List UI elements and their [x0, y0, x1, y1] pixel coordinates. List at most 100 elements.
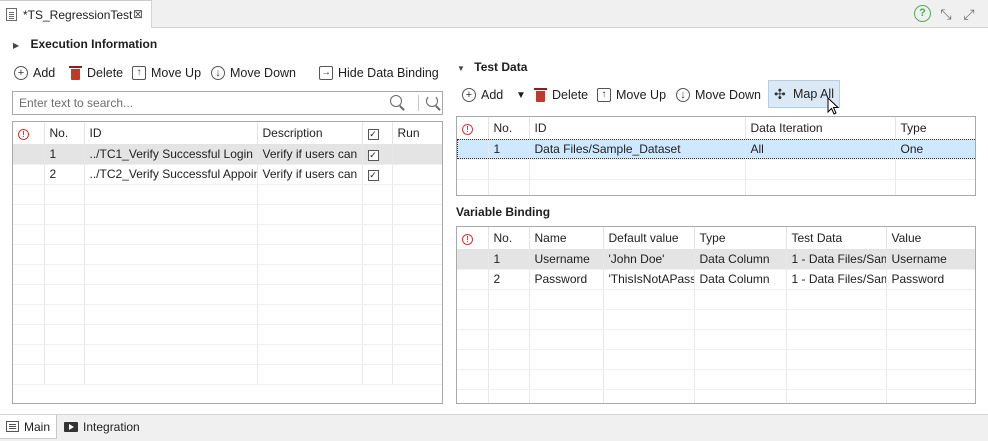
table-row[interactable]: 1 ../TC1_Verify Successful Login Verify … — [13, 144, 442, 165]
empty-row — [457, 369, 975, 390]
run-checkbox-cell[interactable]: ✓ — [362, 144, 393, 165]
select-all-header[interactable]: ✓ — [362, 122, 393, 145]
status-cell — [13, 144, 45, 165]
advanced-search-icon[interactable] — [424, 94, 442, 112]
editor-tab[interactable]: *TS_RegressionTest ⊠ — [0, 0, 152, 28]
column-header[interactable]: Type — [694, 227, 787, 250]
column-header[interactable]: ID — [84, 122, 258, 145]
table-row[interactable]: 2 Password 'ThisIsNotAPassword' Data Col… — [457, 269, 975, 290]
column-header[interactable]: Value — [886, 227, 975, 250]
name-cell: Password — [529, 269, 604, 290]
column-header[interactable]: Test Data — [786, 227, 887, 250]
column-header[interactable]: No. — [44, 122, 85, 145]
column-header[interactable]: Run — [392, 122, 442, 145]
minimize-icon[interactable]: ⤡ — [937, 5, 955, 23]
type-cell[interactable]: Data Column — [694, 249, 787, 270]
help-icon[interactable]: ? — [914, 5, 931, 22]
collapse-triangle-icon: ▼ — [457, 64, 465, 73]
variable-binding-title: Variable Binding — [456, 205, 551, 219]
table-row[interactable]: 1 Username 'John Doe' Data Column 1 - Da… — [457, 249, 975, 270]
close-tab-icon[interactable]: ⊠ — [133, 7, 143, 21]
run-checkbox-cell[interactable]: ✓ — [362, 164, 393, 185]
add-test-data-button[interactable]: + Add — [462, 85, 503, 105]
test-data-grid: ! No. ID Data Iteration Type 1 Data File… — [457, 117, 975, 195]
add-dropdown-button[interactable]: ▼ — [516, 85, 526, 105]
editor-tab-strip: *TS_RegressionTest ⊠ ? ⤡ ⤢ — [0, 0, 988, 28]
checkbox-icon[interactable]: ✓ — [367, 170, 379, 181]
description-cell: Verify if users can — [257, 164, 363, 185]
default-value-cell: 'John Doe' — [603, 249, 695, 270]
column-header[interactable]: Type — [895, 117, 975, 140]
column-header[interactable]: No. — [488, 227, 530, 250]
column-header[interactable]: Data Iteration — [745, 117, 896, 140]
test-suite-icon — [6, 8, 17, 21]
tab-integration[interactable]: Integration — [58, 415, 146, 439]
column-header[interactable]: No. — [488, 117, 530, 140]
value-cell[interactable]: Username — [886, 249, 975, 270]
table-row[interactable]: 2 ../TC2_Verify Successful Appointment V… — [13, 164, 442, 185]
trash-icon — [534, 88, 547, 102]
column-header[interactable]: ID — [529, 117, 746, 140]
variable-binding-grid: ! No. Name Default value Type Test Data … — [457, 227, 975, 403]
column-header[interactable]: Name — [529, 227, 604, 250]
no-cell: 1 — [488, 139, 530, 160]
tab-integration-label: Integration — [83, 420, 140, 434]
empty-row — [457, 159, 975, 180]
test-data-section-header[interactable]: ▼ Test Data — [457, 60, 527, 74]
empty-row — [457, 289, 975, 310]
type-cell[interactable]: Data Column — [694, 269, 787, 290]
search-separator — [418, 95, 419, 111]
column-header[interactable]: Description — [257, 122, 363, 145]
move-down-test-data-button[interactable]: ↓ Move Down — [676, 85, 761, 105]
bottom-tab-bar: Main Integration — [0, 414, 988, 441]
status-column-header: ! — [457, 227, 489, 250]
empty-row — [13, 284, 442, 305]
execution-section-header[interactable]: ▶ Execution Information — [13, 37, 157, 51]
checkbox-icon[interactable]: ✓ — [367, 150, 379, 161]
status-cell — [457, 139, 489, 160]
status-cell — [457, 249, 489, 270]
main-tab-icon — [6, 421, 19, 432]
move-up-button[interactable]: ↑ Move Up — [132, 63, 201, 83]
id-cell: ../TC2_Verify Successful Appointment — [84, 164, 258, 185]
move-up-label: Move Up — [616, 88, 667, 102]
test-data-cell[interactable]: 1 - Data Files/Sample_Dataset — [786, 249, 887, 270]
search-box — [12, 91, 443, 115]
arrow-right-icon: → — [319, 66, 333, 80]
maximize-icon[interactable]: ⤢ — [960, 5, 978, 23]
hide-data-binding-button[interactable]: → Hide Data Binding — [319, 63, 439, 83]
add-icon: + — [14, 66, 28, 80]
move-down-label: Move Down — [230, 66, 296, 80]
delete-test-data-button[interactable]: Delete — [534, 85, 588, 105]
move-down-button[interactable]: ↓ Move Down — [211, 63, 296, 83]
table-row[interactable]: 1 Data Files/Sample_Dataset All One — [457, 139, 975, 160]
tab-main-label: Main — [24, 419, 51, 434]
move-up-label: Move Up — [151, 66, 202, 80]
status-column-header: ! — [457, 117, 489, 140]
empty-row — [457, 389, 975, 403]
search-input[interactable] — [17, 94, 377, 112]
add-test-case-button[interactable]: + Add — [14, 63, 55, 83]
warning-icon: ! — [18, 128, 29, 140]
checkbox-icon[interactable]: ✓ — [367, 128, 379, 140]
run-cell — [392, 164, 442, 185]
data-iteration-cell[interactable]: All — [745, 139, 896, 160]
empty-row — [457, 329, 975, 350]
column-header[interactable]: Default value — [603, 227, 695, 250]
id-cell: Data Files/Sample_Dataset — [529, 139, 746, 160]
table-header-row: ! No. ID Description ✓ Run — [13, 122, 442, 145]
expand-triangle-icon: ▶ — [13, 41, 20, 50]
tab-main[interactable]: Main — [0, 415, 58, 439]
empty-row — [457, 309, 975, 330]
move-down-label: Move Down — [695, 88, 761, 102]
move-up-test-data-button[interactable]: ↑ Move Up — [597, 85, 666, 105]
test-data-table: ! No. ID Data Iteration Type 1 Data File… — [456, 116, 976, 196]
delete-test-case-button[interactable]: Delete — [69, 63, 124, 83]
type-cell[interactable]: One — [895, 139, 975, 160]
table-header-row: ! No. ID Data Iteration Type — [457, 117, 975, 140]
delete-label: Delete — [87, 66, 124, 80]
search-icon[interactable] — [388, 94, 406, 112]
value-cell[interactable]: Password — [886, 269, 975, 290]
test-data-cell[interactable]: 1 - Data Files/Sample_Dataset — [786, 269, 887, 290]
default-value-cell: 'ThisIsNotAPassword' — [603, 269, 695, 290]
